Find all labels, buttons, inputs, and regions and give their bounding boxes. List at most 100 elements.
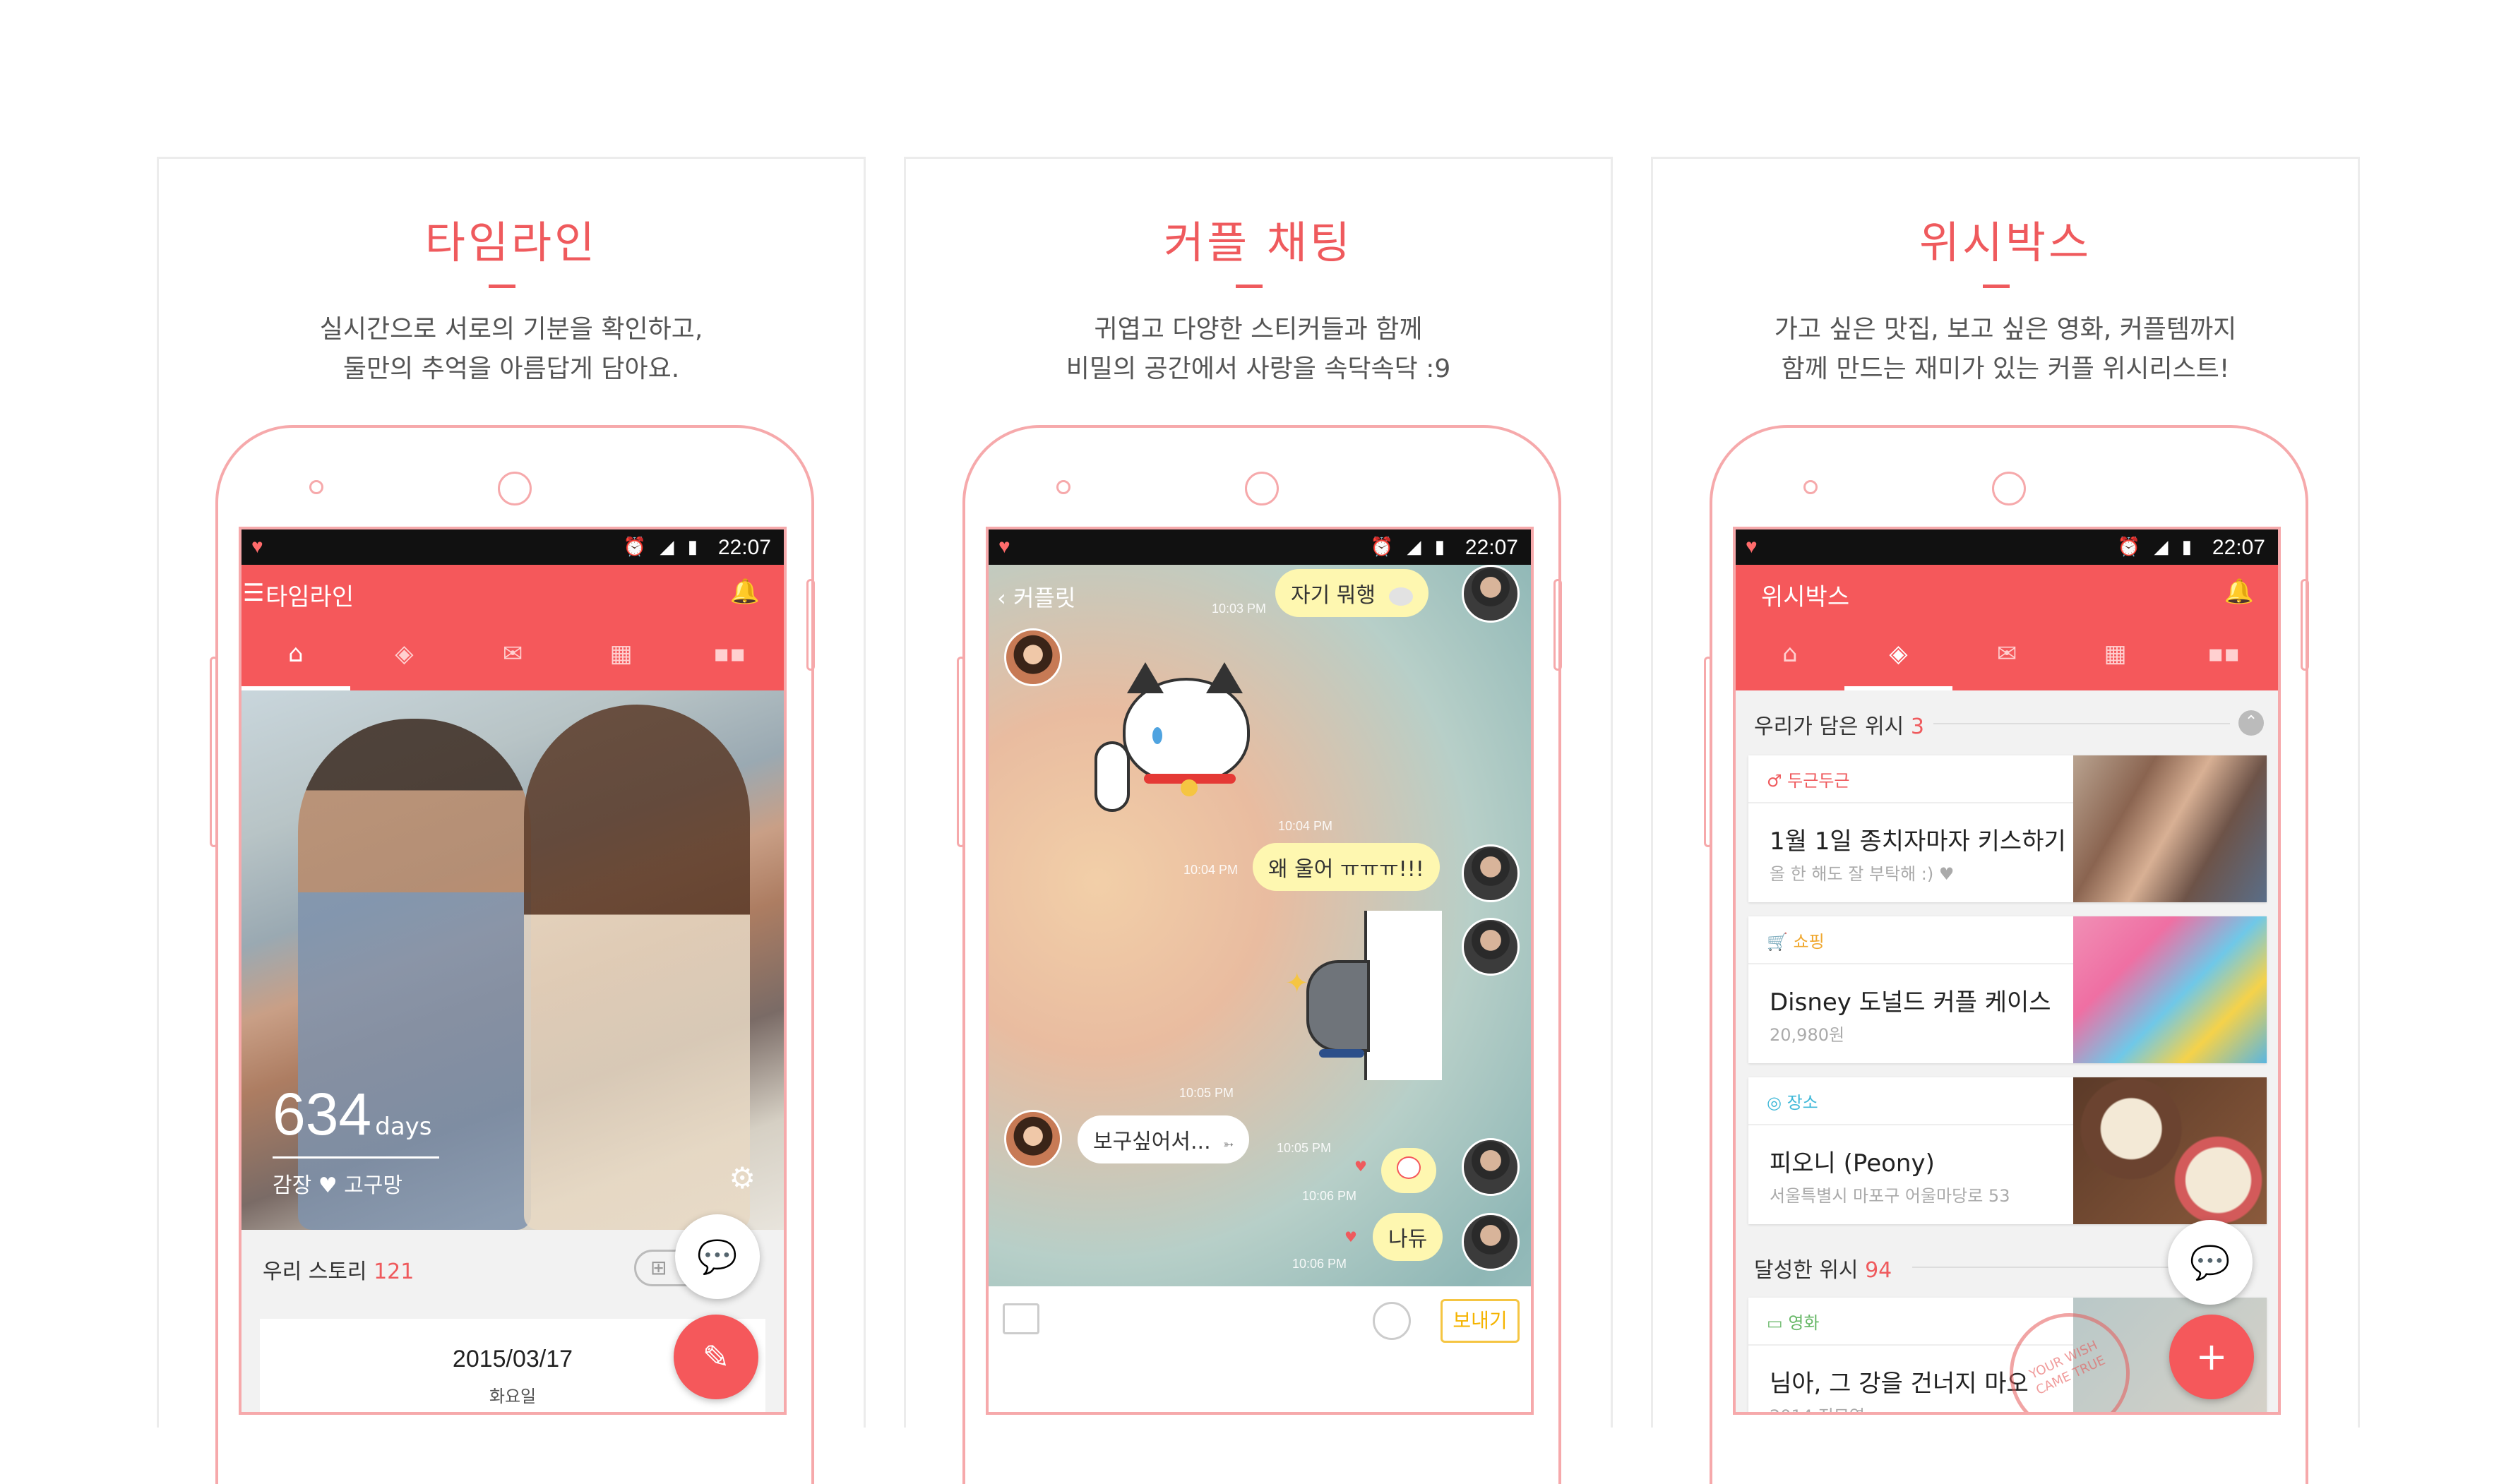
- phone-side-button: [210, 657, 218, 847]
- story-label: 우리 스토리 121: [263, 1254, 414, 1285]
- settings-icon[interactable]: ⚙: [729, 1161, 756, 1195]
- cat-sticker[interactable]: [1095, 650, 1250, 819]
- wish-title: Disney 도널드 커플 케이스: [1770, 988, 2051, 1017]
- phone-side-button: [806, 579, 815, 671]
- tab-bar: ⌂ ◈ ✉ ▦ ▪▪: [1736, 623, 2278, 690]
- title-divider: [1236, 285, 1263, 288]
- tab-letter-icon[interactable]: ✉: [1952, 623, 2061, 690]
- status-time: 22:07: [1465, 536, 1518, 559]
- movie-icon: ▭: [1767, 1313, 1789, 1333]
- screen-wishbox: ♥ ⏰ ◢ ▮ 22:07 위시박스 🔔 ⌂ ◈ ✉ ▦ ▪▪ 우리가 담은 위…: [1736, 529, 2278, 1412]
- chat-input-bar: 보내기: [989, 1286, 1531, 1412]
- wish-thumbnail: [2073, 1077, 2267, 1224]
- phone-speaker: [1056, 480, 1070, 494]
- tab-wishbox-icon[interactable]: ◈: [350, 623, 459, 690]
- woman-figure: [524, 705, 750, 1230]
- message-text: 보구싶어서...: [1093, 1130, 1211, 1154]
- message-bubble[interactable]: 자기 뭐행: [1275, 569, 1429, 617]
- status-icons: ⏰ ◢ ▮: [1370, 536, 1449, 557]
- wish-title: 피오니 (Peony): [1770, 1149, 1935, 1178]
- couple-photo[interactable]: 634 days 감장 ♥ 고구망 ⚙: [241, 690, 784, 1230]
- cat-collar: [1319, 1049, 1364, 1058]
- cart-icon: 🛒: [1767, 932, 1794, 952]
- phone-camera: [498, 472, 532, 505]
- sticker-mini-icon: [1389, 587, 1414, 606]
- days-label: days: [375, 1113, 432, 1141]
- app-bar: ☰ 타임라인 🔔: [241, 565, 784, 623]
- peeking-cat-sticker[interactable]: ✦: [1285, 911, 1442, 1080]
- man-figure: [298, 719, 531, 1230]
- message-time: 10:05 PM: [1179, 1086, 1234, 1100]
- cat-tail: [1095, 741, 1130, 812]
- wish-card[interactable]: ◎ 장소 피오니 (Peony) 서울특별시 마포구 어울마당로 53: [1748, 1077, 2267, 1224]
- write-fab-icon[interactable]: ✎: [674, 1315, 758, 1399]
- location-pin-icon: ◎: [1767, 1093, 1787, 1113]
- photo-icon[interactable]: [1003, 1303, 1039, 1334]
- tab-bar: ⌂ ◈ ✉ ▦ ▪▪: [241, 623, 784, 690]
- sparkle-icon: ✦: [1285, 967, 1309, 1000]
- category-label: 두근두근: [1787, 771, 1850, 791]
- message-time: 10:04 PM: [1278, 819, 1333, 833]
- cat-gray-head: [1306, 960, 1370, 1052]
- app-bar: 위시박스 🔔: [1736, 565, 2278, 623]
- desc-line: 귀엽고 다양한 스티커들과 함께: [1094, 315, 1423, 344]
- wish-card[interactable]: ♂ 두근두근 1월 1일 종치자마자 키스하기 올 한 해도 잘 부탁해 :) …: [1748, 755, 2267, 902]
- send-button[interactable]: 보내기: [1441, 1299, 1520, 1343]
- status-icons: ⏰ ◢ ▮: [623, 536, 702, 557]
- couple-names: 감장 ♥ 고구망: [273, 1173, 402, 1198]
- message-bubble[interactable]: 나듀: [1373, 1213, 1443, 1261]
- section-count: 94: [1865, 1258, 1892, 1283]
- section-label: 달성한 위시: [1754, 1258, 1859, 1283]
- avatar[interactable]: [1462, 565, 1520, 623]
- avatar[interactable]: [1462, 844, 1520, 902]
- tab-wishbox-icon[interactable]: ◈: [1844, 623, 1953, 690]
- wish-card[interactable]: 🛒 쇼핑 Disney 도널드 커플 케이스 20,980원: [1748, 916, 2267, 1063]
- phone-side-button: [957, 657, 965, 847]
- phone-side-button: [1553, 579, 1562, 671]
- message-bubble[interactable]: 보구싶어서... ➳: [1078, 1115, 1250, 1163]
- tab-calendar-icon[interactable]: ▦: [2061, 623, 2170, 690]
- sticker-bubble[interactable]: [1381, 1148, 1436, 1193]
- phone-side-button: [2301, 579, 2309, 671]
- avatar[interactable]: [1462, 918, 1520, 976]
- add-wish-fab-icon[interactable]: +: [2169, 1315, 2254, 1399]
- chat-fab-icon[interactable]: 💬: [2168, 1220, 2253, 1305]
- cat-head: [1123, 678, 1250, 784]
- message-text: 자기 뭐행: [1291, 583, 1376, 608]
- collapse-icon[interactable]: ⌃: [2238, 710, 2264, 736]
- avatar[interactable]: [1462, 1138, 1520, 1196]
- bell-icon[interactable]: 🔔: [730, 578, 760, 606]
- tab-more-icon[interactable]: ▪▪: [2169, 623, 2278, 690]
- screen-timeline: ♥ ⏰ ◢ ▮ 22:07 ☰ 타임라인 🔔 ⌂ ◈ ✉ ▦ ▪▪ 634 da…: [241, 529, 784, 1412]
- back-button[interactable]: ‹ 커플릿: [997, 580, 1075, 613]
- menu-icon[interactable]: ☰: [243, 579, 264, 607]
- message-time: 10:04 PM: [1183, 863, 1239, 877]
- card-divider: [1748, 1124, 2073, 1125]
- message-bubble[interactable]: 왜 울어 ㅠㅠㅠ!!!: [1253, 843, 1440, 891]
- tab-letter-icon[interactable]: ✉: [458, 623, 567, 690]
- avatar[interactable]: [1462, 1213, 1520, 1271]
- tab-home-icon[interactable]: ⌂: [241, 623, 350, 690]
- phone-camera: [1992, 472, 2026, 505]
- message-time: 10:06 PM: [1292, 1257, 1347, 1271]
- emoji-icon[interactable]: [1373, 1302, 1411, 1340]
- cat-bell-icon: [1181, 779, 1198, 796]
- desc-line: 실시간으로 서로의 기분을 확인하고,: [319, 315, 703, 344]
- bell-icon[interactable]: 🔔: [2224, 578, 2254, 606]
- wish-category: ▭ 영화: [1767, 1309, 1819, 1334]
- app-title: 타임라인: [266, 583, 354, 611]
- avatar[interactable]: [1004, 1110, 1062, 1168]
- message-text: 나듀: [1388, 1227, 1428, 1252]
- desc-line: 가고 싶은 맛집, 보고 싶은 영화, 커플템까지: [1774, 315, 2237, 344]
- wish-category: ◎ 장소: [1767, 1089, 1818, 1113]
- tab-home-icon[interactable]: ⌂: [1736, 623, 1844, 690]
- heart-icon: ♥: [1354, 1158, 1367, 1175]
- tab-more-icon[interactable]: ▪▪: [675, 623, 784, 690]
- tab-calendar-icon[interactable]: ▦: [567, 623, 676, 690]
- chat-fab-icon[interactable]: 💬: [675, 1214, 760, 1299]
- wish-title: 님아, 그 강을 건너지 마오: [1770, 1370, 2029, 1398]
- phone-speaker: [1803, 480, 1818, 494]
- avatar[interactable]: [1004, 628, 1062, 686]
- status-bar: ♥ ⏰ ◢ ▮ 22:07: [989, 529, 1531, 565]
- section-divider: [1933, 723, 2230, 724]
